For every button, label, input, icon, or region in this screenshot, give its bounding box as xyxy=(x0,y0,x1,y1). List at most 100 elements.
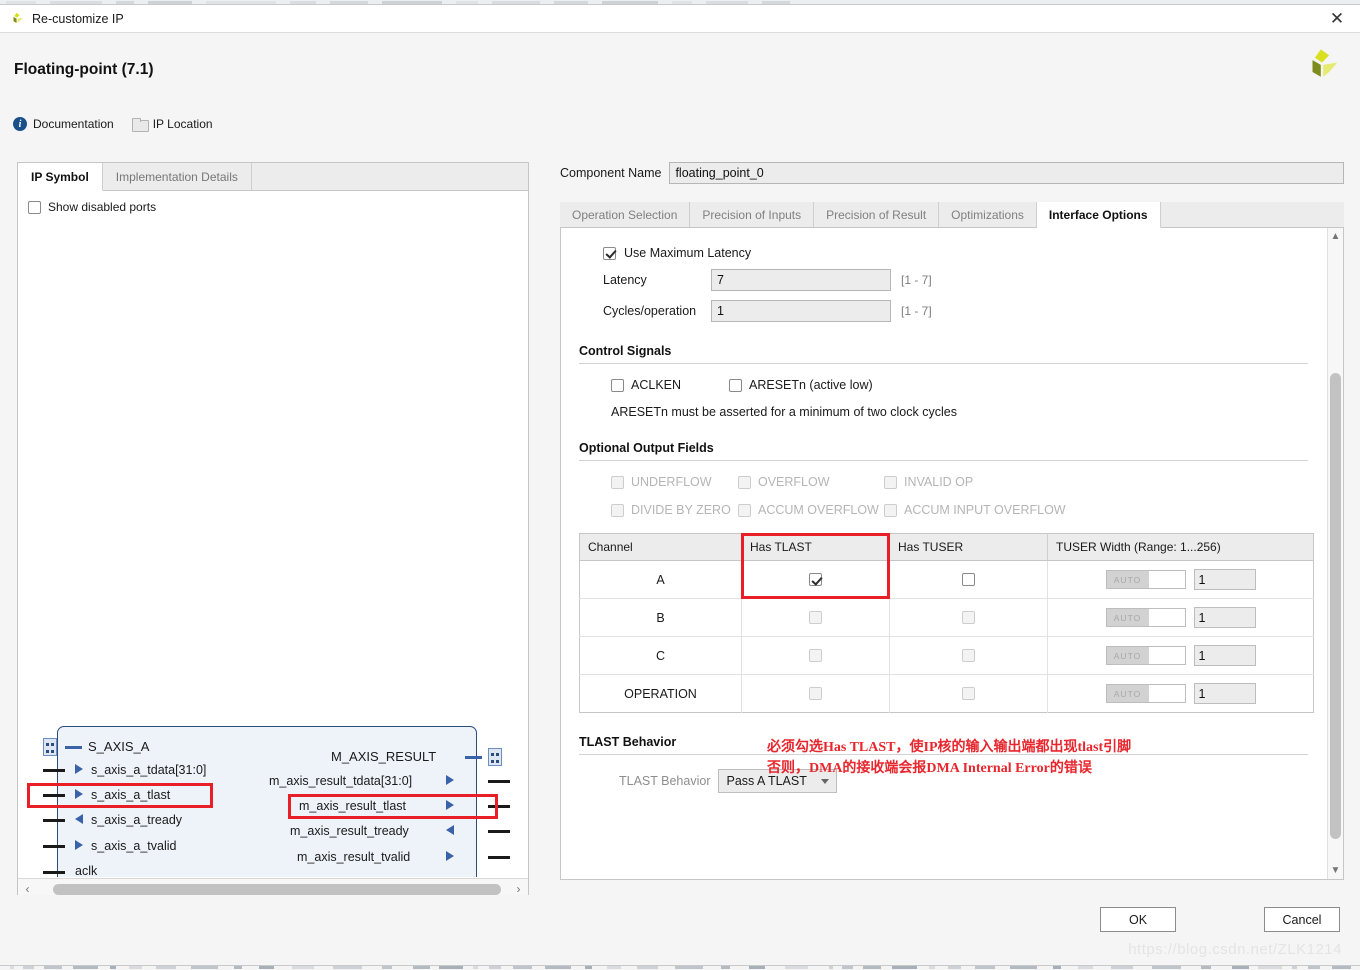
invalid-op-checkbox: INVALID OP xyxy=(884,475,973,489)
port-label-m-axis-result-tdata: m_axis_result_tdata[31:0] xyxy=(269,774,412,788)
column-header-tuser-width: TUSER Width (Range: 1...256) xyxy=(1048,534,1314,561)
aclken-checkbox[interactable]: ACLKEN xyxy=(611,378,729,392)
tab-interface-options[interactable]: Interface Options xyxy=(1037,202,1161,228)
cancel-button[interactable]: Cancel xyxy=(1264,907,1340,932)
arrow-m-axis-result-tvalid xyxy=(446,851,454,861)
xilinx-logo-large xyxy=(1302,47,1342,88)
tab-optimizations[interactable]: Optimizations xyxy=(939,202,1037,227)
ip-location-link[interactable]: IP Location xyxy=(132,117,213,131)
tab-implementation-details[interactable]: Implementation Details xyxy=(103,163,252,190)
pin-s-axis-a-tvalid xyxy=(43,845,65,848)
cell-channel-b: B xyxy=(580,599,742,637)
pin-m-axis-result-tlast xyxy=(488,805,510,808)
tab-ip-symbol[interactable]: IP Symbol xyxy=(18,163,103,191)
invalid-op-box xyxy=(884,476,897,489)
tuser-width-input-c[interactable] xyxy=(1194,645,1256,666)
aresetn-checkbox[interactable]: ARESETn (active low) xyxy=(729,378,873,392)
annotation-line-2: 否则，DMA的接收端会报DMA Internal Error的错误 xyxy=(767,758,1131,779)
arrow-m-axis-result-tdata xyxy=(446,775,454,785)
optional-output-row-1: UNDERFLOW OVERFLOW INVALID OP xyxy=(611,475,1308,489)
port-label-m-axis-result-tvalid: m_axis_result_tvalid xyxy=(297,850,410,864)
pin-m-axis-result-tready xyxy=(488,830,510,833)
tuser-width-cell-b: AUTO xyxy=(1048,599,1314,637)
interface-options-pane: Use Maximum Latency Latency [1 - 7] Cycl… xyxy=(560,228,1344,880)
tab-precision-of-inputs[interactable]: Precision of Inputs xyxy=(690,202,814,227)
tlast-behavior-label: TLAST Behavior xyxy=(619,774,710,788)
has-tlast-c-cell xyxy=(742,637,890,675)
arrow-s-axis-a-tdata xyxy=(75,764,83,774)
auto-toggle-knob: AUTO xyxy=(1107,685,1149,702)
port-label-m-axis-result-tlast: m_axis_result_tlast xyxy=(299,799,406,813)
aresetn-box xyxy=(729,379,742,392)
close-icon[interactable]: ✕ xyxy=(1314,5,1360,32)
left-tabstrip: IP Symbol Implementation Details xyxy=(18,163,528,191)
documentation-link[interactable]: i Documentation xyxy=(13,117,114,131)
has-tlast-a-cell[interactable] xyxy=(742,561,890,599)
re-customize-ip-dialog: Re-customize IP ✕ Floating-point (7.1) i… xyxy=(0,4,1360,966)
has-tlast-operation-box xyxy=(809,687,822,700)
arrow-s-axis-a-tready xyxy=(75,814,83,824)
show-disabled-ports-checkbox[interactable]: Show disabled ports xyxy=(18,191,528,214)
dialog-title: Re-customize IP xyxy=(32,12,124,26)
info-icon: i xyxy=(13,117,27,131)
latency-row: Latency [1 - 7] xyxy=(603,269,1308,291)
has-tuser-c-box xyxy=(962,649,975,662)
has-tuser-operation-cell xyxy=(890,675,1048,713)
underflow-checkbox: UNDERFLOW xyxy=(611,475,738,489)
hscroll-thumb[interactable] xyxy=(53,884,501,895)
optional-output-fields-divider xyxy=(579,460,1308,461)
underflow-label: UNDERFLOW xyxy=(631,475,712,489)
arrow-s-axis-a-tlast xyxy=(75,789,83,799)
invalid-op-label: INVALID OP xyxy=(904,475,973,489)
latency-input[interactable] xyxy=(711,269,891,291)
left-tabstrip-filler xyxy=(252,163,528,190)
has-tuser-a-cell[interactable] xyxy=(890,561,1048,599)
latency-range: [1 - 7] xyxy=(901,273,932,287)
component-name-label: Component Name xyxy=(560,166,661,180)
overflow-checkbox: OVERFLOW xyxy=(738,475,884,489)
ok-button[interactable]: OK xyxy=(1100,907,1176,932)
arrow-m-axis-result-tlast xyxy=(446,800,454,810)
tab-precision-of-result[interactable]: Precision of Result xyxy=(814,202,939,227)
tuser-width-input-a[interactable] xyxy=(1194,569,1256,590)
use-maximum-latency-box xyxy=(603,247,616,260)
tuser-width-input-operation[interactable] xyxy=(1194,683,1256,704)
pin-m-axis-result-tdata xyxy=(488,780,510,783)
cell-channel-operation: OPERATION xyxy=(580,675,742,713)
component-name-input[interactable] xyxy=(669,162,1344,184)
port-label-m-axis-result: M_AXIS_RESULT xyxy=(331,749,436,764)
auto-toggle-operation[interactable]: AUTO xyxy=(1106,684,1186,703)
auto-toggle-b[interactable]: AUTO xyxy=(1106,608,1186,627)
tab-operation-selection[interactable]: Operation Selection xyxy=(560,202,690,227)
vscroll-thumb[interactable] xyxy=(1330,373,1341,839)
accum-overflow-label: ACCUM OVERFLOW xyxy=(758,503,879,517)
auto-toggle-knob: AUTO xyxy=(1107,609,1149,626)
use-maximum-latency-checkbox[interactable]: Use Maximum Latency xyxy=(603,246,1308,260)
tuser-width-input-b[interactable] xyxy=(1194,607,1256,628)
column-header-has-tuser: Has TUSER xyxy=(890,534,1048,561)
has-tlast-a-box xyxy=(809,573,822,586)
aresetn-note: ARESETn must be asserted for a minimum o… xyxy=(611,405,1308,419)
config-vscrollbar[interactable]: ▲ ▼ xyxy=(1327,228,1343,879)
aclken-box xyxy=(611,379,624,392)
channel-table-header-row: Channel Has TLAST Has TUSER TUSER Width … xyxy=(580,534,1314,561)
has-tuser-c-cell xyxy=(890,637,1048,675)
has-tuser-b-cell xyxy=(890,599,1048,637)
pin-s-axis-a-tlast xyxy=(43,794,65,797)
dialog-titlebar: Re-customize IP ✕ xyxy=(0,5,1360,33)
cycles-per-operation-input[interactable] xyxy=(711,300,891,322)
column-header-has-tlast: Has TLAST xyxy=(742,534,890,561)
port-label-s-axis-a-tdata: s_axis_a_tdata[31:0] xyxy=(91,763,206,777)
auto-toggle-a[interactable]: AUTO xyxy=(1106,570,1186,589)
auto-toggle-c[interactable]: AUTO xyxy=(1106,646,1186,665)
column-header-channel: Channel xyxy=(580,534,742,561)
accum-input-overflow-box xyxy=(884,504,897,517)
config-tabstrip-filler xyxy=(1161,202,1344,227)
pin-m-axis-result-tvalid xyxy=(488,856,510,859)
vscroll-down-arrow[interactable]: ▼ xyxy=(1328,863,1343,878)
accum-overflow-box xyxy=(738,504,751,517)
pin-s-axis-a-tdata xyxy=(43,769,65,772)
vscroll-up-arrow[interactable]: ▲ xyxy=(1328,229,1343,244)
table-row: AAUTO xyxy=(580,561,1314,599)
overflow-label: OVERFLOW xyxy=(758,475,830,489)
